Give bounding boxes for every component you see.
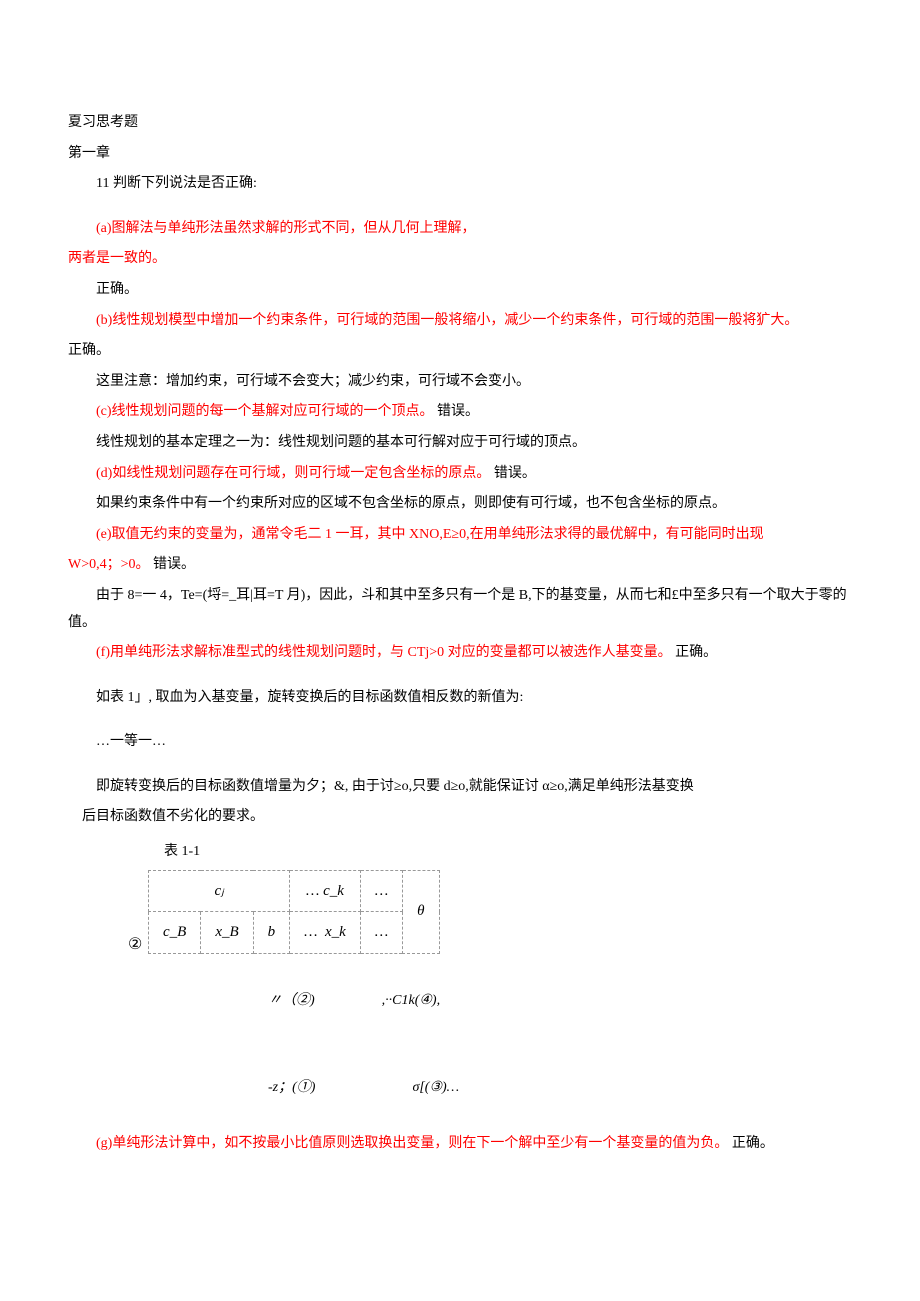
item-g-ans: 正确。 (732, 1136, 774, 1151)
doc-title: 夏习思考题 (68, 110, 852, 137)
table-row: cⱼ … c_k … θ (149, 870, 440, 912)
item-d-note: 如果约束条件中有一个约束所对应的区域不包含坐标的原点，则即使有可行域，也不包含坐… (68, 491, 852, 518)
item-f-text: (f)用单纯形法求解标准型式的线性规划问题时，与 CTj>0 对应的变量都可以被… (96, 645, 672, 660)
table-title: 表 1-1 (164, 839, 852, 866)
item-e-text1: (e)取值无约束的变量为，通常令毛二 1 一耳，其中 XNO,E≥0,在用单纯形… (96, 527, 764, 542)
item-e-note: 由于 8=一 4，Te=(埒=_耳|耳=T 月)，因此，斗和其中至多只有一个是 … (68, 583, 852, 636)
item-e-ans: 错误。 (153, 557, 195, 572)
item-e-text2: W>0,4；>0。 (68, 557, 150, 572)
math-line-2: -z；(①) σ[(③)… (268, 1075, 852, 1102)
header-cj: cⱼ (149, 870, 290, 912)
math-l2a: -z；(①) (268, 1080, 315, 1095)
item-d-ans: 错误。 (494, 466, 536, 481)
item-b-note: 这里注意：增加约束，可行域不会变大；减少约束，可行域不会变小。 (68, 369, 852, 396)
item-f-note2: …一等一… (68, 729, 852, 756)
item-e-l1: (e)取值无约束的变量为，通常令毛二 1 一耳，其中 XNO,E≥0,在用单纯形… (68, 522, 852, 549)
item-c-text: (c)线性规划问题的每一个基解对应可行域的一个顶点。 (96, 404, 434, 419)
item-b: (b)线性规划模型中增加一个约束条件，可行域的范围一般将缩小，减少一个约束条件，… (68, 308, 852, 335)
math-l1b: ,··C1k(④), (382, 993, 440, 1008)
header-dots2: … (360, 870, 402, 912)
question-11: 11 判断下列说法是否正确: (68, 171, 852, 198)
item-f-note1: 如表 1」, 取血为入基变量，旋转变换后的目标函数值相反数的新值为: (68, 685, 852, 712)
math-l2b: σ[(③)… (412, 1080, 459, 1095)
item-f-ans: 正确。 (675, 645, 717, 660)
item-c: (c)线性规划问题的每一个基解对应可行域的一个顶点。 错误。 (68, 399, 852, 426)
item-a-cont-text: 两者是一致的。 (68, 251, 166, 266)
table-1-1: cⱼ … c_k … θ c_B x_B b … x_k … ② (148, 870, 852, 960)
item-b-ans: 正确。 (68, 338, 852, 365)
math-line-1: 〃（②) ,··C1k(④), (268, 988, 852, 1015)
item-d-text: (d)如线性规划问题存在可行域，则可行域一定包含坐标的原点。 (96, 466, 490, 481)
item-g: (g)单纯形法计算中，如不按最小比值原则选取换出变量，则在下一个解中至少有一个基… (68, 1131, 852, 1158)
header-dots: … c_k (290, 870, 361, 912)
item-a: (a)图解法与单纯形法虽然求解的形式不同，但从几何上理解， (68, 216, 852, 243)
item-c-ans: 错误。 (437, 404, 479, 419)
math-l1a: 〃（②) (268, 993, 315, 1008)
item-b-text: (b)线性规划模型中增加一个约束条件，可行域的范围一般将缩小，减少一个约束条件，… (96, 313, 798, 328)
item-e-l2: W>0,4；>0。 错误。 (68, 552, 852, 579)
item-g-text: (g)单纯形法计算中，如不按最小比值原则选取换出变量，则在下一个解中至少有一个基… (96, 1136, 728, 1151)
item-a-text: (a)图解法与单纯形法虽然求解的形式不同，但从几何上理解， (96, 221, 476, 236)
chapter-title: 第一章 (68, 141, 852, 168)
item-d: (d)如线性规划问题存在可行域，则可行域一定包含坐标的原点。 错误。 (68, 461, 852, 488)
item-c-note: 线性规划的基本定理之一为：线性规划问题的基本可行解对应于可行域的顶点。 (68, 430, 852, 457)
item-a-ans: 正确。 (68, 277, 852, 304)
item-a-cont: 两者是一致的。 (68, 246, 852, 273)
item-f-note4: 后目标函数值不劣化的要求。 (82, 804, 852, 831)
item-f: (f)用单纯形法求解标准型式的线性规划问题时，与 CTj>0 对应的变量都可以被… (68, 640, 852, 667)
item-f-note3: 即旋转变换后的目标函数值增量为夕；&, 由于讨≥o,只要 d≥o,就能保证讨 α… (68, 774, 852, 801)
